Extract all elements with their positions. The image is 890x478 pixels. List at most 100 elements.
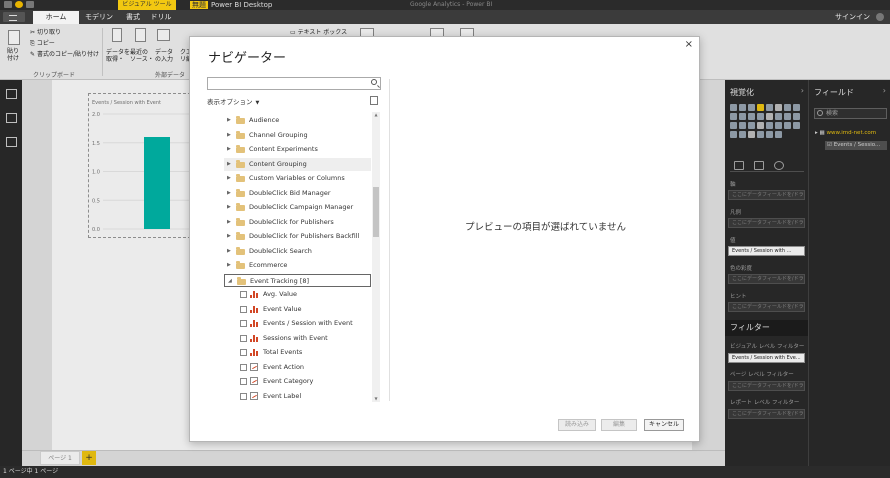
tab-home[interactable]: ホーム bbox=[33, 11, 79, 24]
folder-label: Custom Variables or Columns bbox=[249, 174, 345, 182]
leaf-label: Avg. Value bbox=[263, 290, 298, 298]
checkbox[interactable] bbox=[240, 291, 247, 298]
tree-folder[interactable]: ▶ Ecommerce bbox=[224, 259, 371, 272]
status-text: 1 ページ中 1 ページ bbox=[3, 468, 59, 475]
tree-folder[interactable]: ▶ Custom Variables or Columns bbox=[224, 172, 371, 185]
scroll-up-icon[interactable]: ▲ bbox=[373, 112, 379, 118]
folder-icon bbox=[236, 261, 245, 269]
folder-label: Content Grouping bbox=[249, 159, 307, 168]
scroll-down-icon[interactable]: ▼ bbox=[373, 396, 379, 402]
expand-arrow-icon[interactable]: ▶ bbox=[227, 158, 231, 171]
navigator-tree: ▶ Audience ▶ Channel Grouping ▶ Content Exper… bbox=[224, 112, 371, 402]
tab-modeling[interactable]: モデリング bbox=[82, 11, 116, 34]
leaf-label: Total Events bbox=[263, 348, 303, 356]
checkbox[interactable] bbox=[240, 378, 247, 385]
expand-arrow-icon[interactable]: ▶ bbox=[227, 143, 231, 156]
expand-arrow-icon[interactable]: ▶ bbox=[227, 259, 231, 272]
tree-folder[interactable]: ▶ Channel Grouping bbox=[224, 129, 371, 142]
tree-leaf[interactable]: Avg. Value bbox=[224, 288, 371, 301]
app-name: Power BI Desktop bbox=[211, 1, 273, 9]
checkbox[interactable] bbox=[240, 305, 247, 313]
preview-empty-message: プレビューの項目が選ばれていません bbox=[465, 222, 626, 233]
folder-label: DoubleClick for Publishers bbox=[249, 217, 334, 226]
tree-leaf[interactable]: Event Action bbox=[224, 361, 371, 374]
cancel-button[interactable]: キャンセル bbox=[644, 419, 684, 431]
navigator-search-input[interactable] bbox=[207, 77, 381, 90]
leaf-label: Event Action bbox=[263, 362, 305, 371]
tree-scrollbar[interactable]: ▲ ▼ bbox=[372, 112, 380, 402]
line-chart-icon bbox=[250, 377, 258, 385]
checkbox[interactable] bbox=[240, 363, 247, 371]
status-bar: 1 ページ中 1 ページ bbox=[0, 466, 890, 478]
tab-drill[interactable]: ドリル bbox=[148, 11, 174, 24]
expand-arrow-icon[interactable]: ▶ bbox=[227, 201, 231, 214]
expand-arrow-icon[interactable]: ▶ bbox=[227, 172, 231, 185]
checkbox[interactable] bbox=[240, 392, 247, 400]
leaf-label: Event Label bbox=[263, 391, 302, 400]
folder-icon bbox=[236, 232, 245, 240]
scrollbar-thumb[interactable] bbox=[373, 187, 379, 237]
checkbox[interactable] bbox=[240, 349, 247, 356]
tree-leaf[interactable]: Total Events bbox=[224, 346, 371, 359]
folder-label: DoubleClick Campaign Manager bbox=[249, 203, 354, 211]
folder-icon bbox=[236, 217, 245, 226]
folder-label: DoubleClick Bid Manager bbox=[249, 188, 331, 197]
bar-chart-icon bbox=[250, 349, 258, 356]
expand-arrow-icon[interactable]: ▶ bbox=[227, 129, 231, 142]
bar-chart-icon bbox=[250, 320, 258, 327]
signin-link[interactable]: サインイン bbox=[835, 11, 870, 24]
navigator-search-button[interactable] bbox=[368, 77, 381, 90]
tree-leaf[interactable]: Sessions with Event bbox=[224, 332, 371, 345]
tree-folder[interactable]: ▶ DoubleClick Bid Manager bbox=[224, 187, 371, 200]
bar-chart-icon bbox=[250, 334, 258, 342]
folder-label: DoubleClick for Publishers Backfill bbox=[249, 232, 360, 240]
collapse-arrow-icon[interactable]: ◢ bbox=[228, 275, 232, 288]
expand-arrow-icon[interactable]: ▶ bbox=[227, 114, 231, 127]
tree-leaf[interactable]: Event Value bbox=[224, 303, 371, 316]
folder-icon bbox=[236, 174, 245, 182]
folder-icon bbox=[236, 130, 245, 139]
title-bar: ビジュアル ツール 無題 Power BI Desktop Google Anal… bbox=[0, 0, 890, 10]
load-button[interactable]: 読み込み bbox=[558, 419, 596, 431]
smiley-icon[interactable] bbox=[15, 1, 23, 8]
tree-folder[interactable]: ▶ DoubleClick for Publishers bbox=[224, 216, 371, 229]
leaf-label: Events / Session with Event bbox=[263, 319, 353, 327]
tree-leaf[interactable]: Event Label bbox=[224, 390, 371, 403]
save-icon[interactable] bbox=[4, 1, 12, 8]
tree-folder[interactable]: ▶ Content Grouping bbox=[224, 157, 371, 171]
tree-folder[interactable]: ▶ Content Experiments bbox=[224, 143, 371, 156]
tree-leaf[interactable]: Event Category bbox=[224, 375, 371, 388]
folder-label: DoubleClick Search bbox=[249, 246, 312, 255]
tree-leaf[interactable]: Events / Session with Event bbox=[224, 317, 371, 330]
tree-folder[interactable]: ▶ DoubleClick for Publishers Backfill bbox=[224, 230, 371, 243]
checkbox[interactable] bbox=[240, 320, 247, 327]
help-icon[interactable] bbox=[876, 13, 884, 21]
tree-folder[interactable]: ▶ DoubleClick Campaign Manager bbox=[224, 201, 371, 214]
folder-label: Content Experiments bbox=[249, 145, 318, 153]
file-menu-button[interactable] bbox=[3, 12, 25, 22]
bar-chart-icon bbox=[250, 291, 258, 298]
refresh-preview-icon[interactable] bbox=[370, 96, 378, 105]
quick-access-toolbar[interactable] bbox=[4, 1, 64, 9]
tree-folder[interactable]: ▶ DoubleClick Search bbox=[224, 245, 371, 258]
display-options-dropdown[interactable]: 表示オプション ▼ bbox=[207, 96, 259, 106]
folder-icon bbox=[236, 159, 245, 168]
edit-button[interactable]: 編集 bbox=[601, 419, 637, 431]
folder-icon bbox=[236, 145, 245, 153]
leaf-label: Event Category bbox=[263, 377, 314, 385]
undo-icon[interactable] bbox=[26, 1, 34, 8]
expand-arrow-icon[interactable]: ▶ bbox=[227, 245, 231, 258]
tree-folder[interactable]: ▶ Audience bbox=[224, 114, 371, 127]
expand-arrow-icon[interactable]: ▶ bbox=[227, 230, 231, 243]
tab-format[interactable]: 書式 bbox=[120, 11, 146, 24]
expand-arrow-icon[interactable]: ▶ bbox=[227, 187, 231, 200]
leaf-label: Sessions with Event bbox=[263, 333, 328, 342]
expand-arrow-icon[interactable]: ▶ bbox=[227, 216, 231, 229]
context-tab-visual-tools: ビジュアル ツール bbox=[118, 0, 176, 10]
folder-icon bbox=[237, 276, 246, 285]
tree-folder-open[interactable]: ◢ Event Tracking [8] bbox=[224, 273, 371, 288]
folder-label: Event Tracking [8] bbox=[250, 276, 310, 285]
window-title: 無題 Power BI Desktop bbox=[190, 0, 272, 10]
checkbox[interactable] bbox=[240, 334, 247, 342]
close-icon[interactable]: × bbox=[685, 39, 693, 50]
